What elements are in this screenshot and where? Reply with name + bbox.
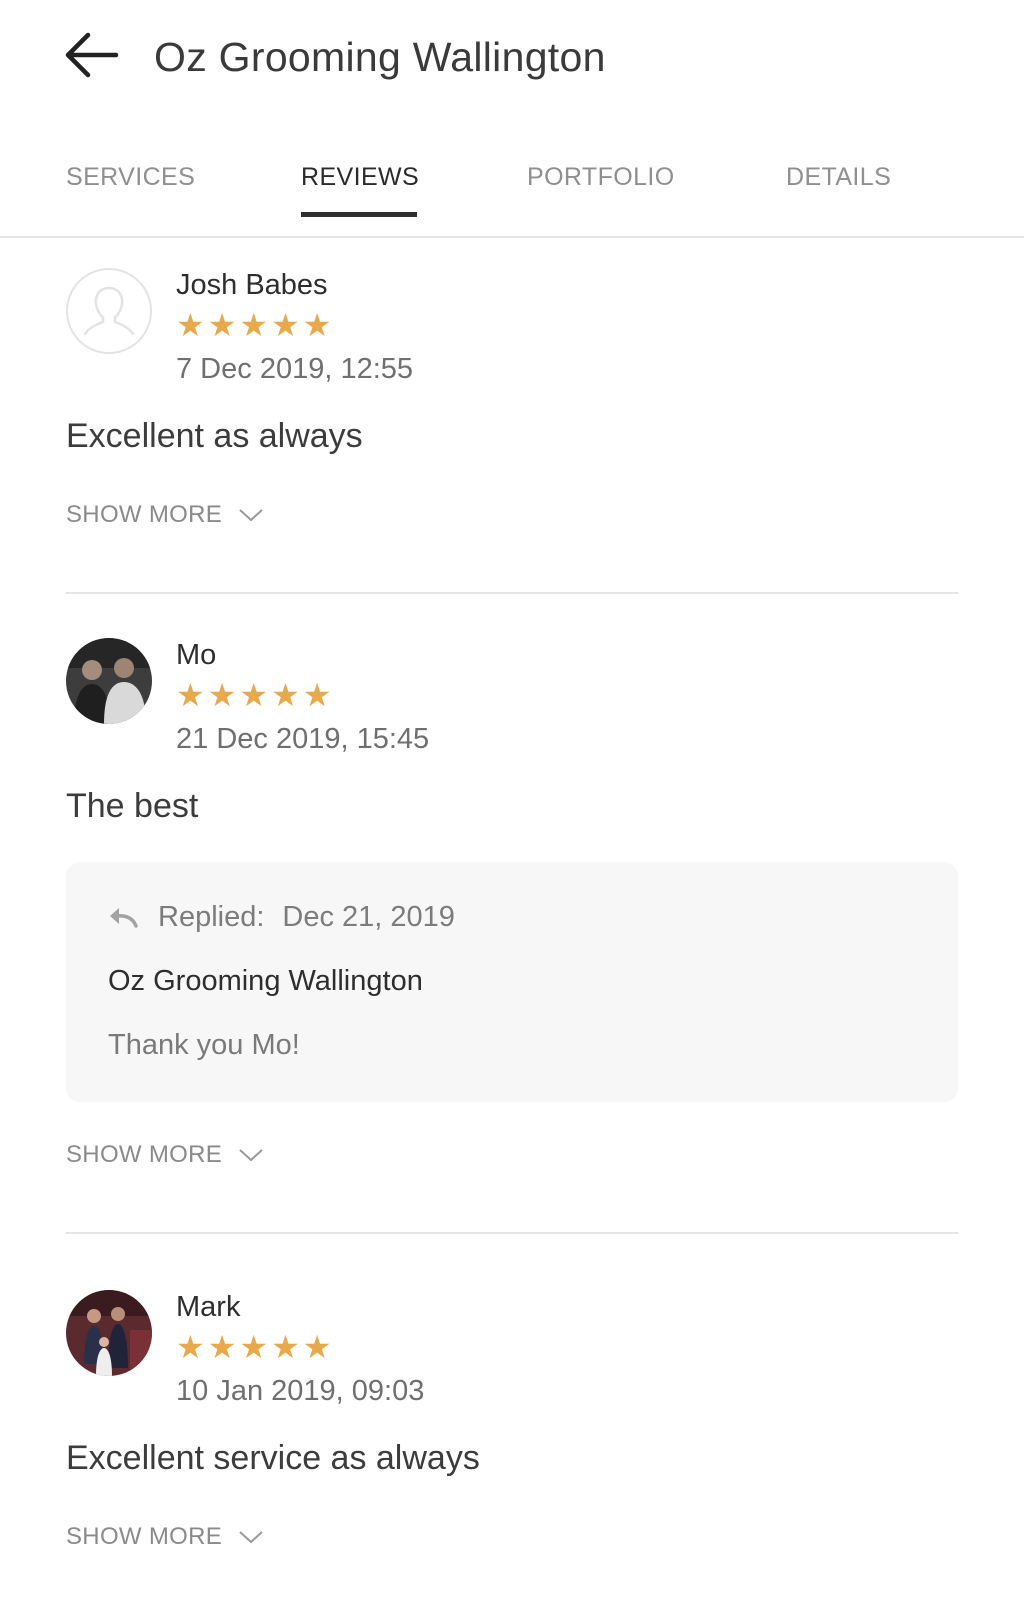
reply-text: Thank you Mo! xyxy=(108,1029,300,1061)
show-more-button[interactable]: SHOW MORE xyxy=(66,1522,264,1552)
star-icon: ★ xyxy=(207,677,237,713)
star-icon: ★ xyxy=(207,1329,237,1365)
show-more-button[interactable]: SHOW MORE xyxy=(66,1140,264,1170)
chevron-down-icon xyxy=(238,1529,264,1545)
tab-reviews[interactable]: REVIEWS xyxy=(301,162,419,192)
reviewer-name: Josh Babes xyxy=(176,269,328,301)
avatar xyxy=(66,1290,152,1376)
star-rating: ★ ★ ★ ★ ★ xyxy=(176,1330,331,1364)
star-icon: ★ xyxy=(176,677,205,713)
star-icon: ★ xyxy=(302,677,332,713)
star-rating: ★ ★ ★ ★ ★ xyxy=(176,308,331,342)
star-icon: ★ xyxy=(302,307,332,343)
reply-author: Oz Grooming Wallington xyxy=(108,965,423,997)
app-header: Oz Grooming Wallington xyxy=(0,0,1024,120)
review-text: Excellent as always xyxy=(66,417,363,455)
avatar xyxy=(66,268,152,354)
reply-icon xyxy=(108,906,138,928)
star-icon: ★ xyxy=(239,1329,269,1365)
star-icon: ★ xyxy=(239,307,269,343)
show-more-label: SHOW MORE xyxy=(66,501,223,528)
star-icon: ★ xyxy=(207,307,237,343)
review-text: Excellent service as always xyxy=(66,1439,480,1477)
divider xyxy=(66,592,958,594)
reviewer-name: Mo xyxy=(176,639,217,671)
tab-bar: SERVICES REVIEWS PORTFOLIO DETAILS xyxy=(0,150,1024,238)
page-title: Oz Grooming Wallington xyxy=(154,34,606,80)
tab-services[interactable]: SERVICES xyxy=(66,162,195,192)
reply-date: Dec 21, 2019 xyxy=(282,901,455,933)
tab-details[interactable]: DETAILS xyxy=(786,162,891,192)
arrow-left-icon xyxy=(64,31,120,84)
reviewer-name: Mark xyxy=(176,1291,241,1323)
star-icon: ★ xyxy=(176,1329,205,1365)
back-button[interactable] xyxy=(62,30,122,84)
avatar xyxy=(66,638,152,724)
show-more-label: SHOW MORE xyxy=(66,1523,223,1550)
tab-portfolio[interactable]: PORTFOLIO xyxy=(527,162,675,192)
reply-label: Replied: xyxy=(158,901,265,933)
chevron-down-icon xyxy=(238,1147,264,1163)
star-icon: ★ xyxy=(271,677,300,713)
review-date: 7 Dec 2019, 12:55 xyxy=(176,353,414,385)
star-icon: ★ xyxy=(271,307,300,343)
review-date: 10 Jan 2019, 09:03 xyxy=(176,1375,425,1407)
owner-reply: Replied: Dec 21, 2019 Oz Grooming Wallin… xyxy=(66,862,958,1102)
review-date: 21 Dec 2019, 15:45 xyxy=(176,723,430,755)
divider xyxy=(66,1232,958,1234)
show-more-button[interactable]: SHOW MORE xyxy=(66,500,264,530)
star-icon: ★ xyxy=(176,307,205,343)
show-more-label: SHOW MORE xyxy=(66,1141,223,1168)
star-rating: ★ ★ ★ ★ ★ xyxy=(176,678,331,712)
review-text: The best xyxy=(66,787,199,825)
chevron-down-icon xyxy=(238,507,264,523)
star-icon: ★ xyxy=(302,1329,332,1365)
reply-meta: Replied: Dec 21, 2019 xyxy=(108,900,455,934)
active-tab-indicator xyxy=(301,212,417,217)
default-user-icon xyxy=(68,286,150,352)
star-icon: ★ xyxy=(271,1329,300,1365)
star-icon: ★ xyxy=(239,677,269,713)
